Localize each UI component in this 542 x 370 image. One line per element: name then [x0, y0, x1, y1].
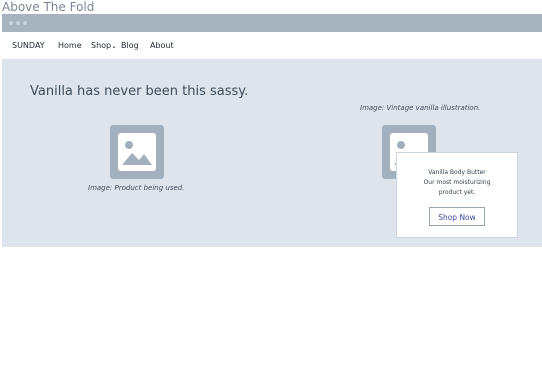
- promo-line-2: product yet.: [438, 189, 476, 196]
- nav-item-blog[interactable]: Blog: [121, 41, 139, 51]
- nav-item-about[interactable]: About: [150, 41, 174, 51]
- promo-line-1: Our most moisturizing: [423, 179, 491, 186]
- shop-now-button[interactable]: Shop Now: [429, 207, 485, 226]
- chevron-down-icon: ⌄: [111, 42, 117, 50]
- nav-item-shop[interactable]: Shop⌄: [91, 41, 117, 51]
- window-dot-icon: [23, 21, 27, 25]
- image-placeholder-icon: [110, 125, 164, 179]
- site-nav: SUNDAY Home Shop⌄ Blog About: [2, 32, 542, 59]
- window-dot-icon: [9, 21, 13, 25]
- brand-logo[interactable]: SUNDAY: [12, 41, 45, 51]
- page-heading: Above The Fold: [2, 0, 95, 14]
- image-caption: Image: Product being used.: [88, 184, 185, 192]
- hero-headline: Vanilla has never been this sassy.: [30, 84, 249, 99]
- nav-item-shop-label: Shop: [91, 41, 112, 50]
- browser-mockup: SUNDAY Home Shop⌄ Blog About Vanilla has…: [2, 14, 542, 247]
- promo-title: Vanilla Body Butter: [428, 169, 486, 176]
- nav-item-home[interactable]: Home: [58, 41, 82, 51]
- window-dot-icon: [16, 21, 20, 25]
- image-caption: Image: Vintage vanilla illustration.: [360, 104, 481, 112]
- promo-card: Vanilla Body Butter Our most moisturizin…: [396, 152, 518, 238]
- browser-titlebar: [2, 14, 542, 32]
